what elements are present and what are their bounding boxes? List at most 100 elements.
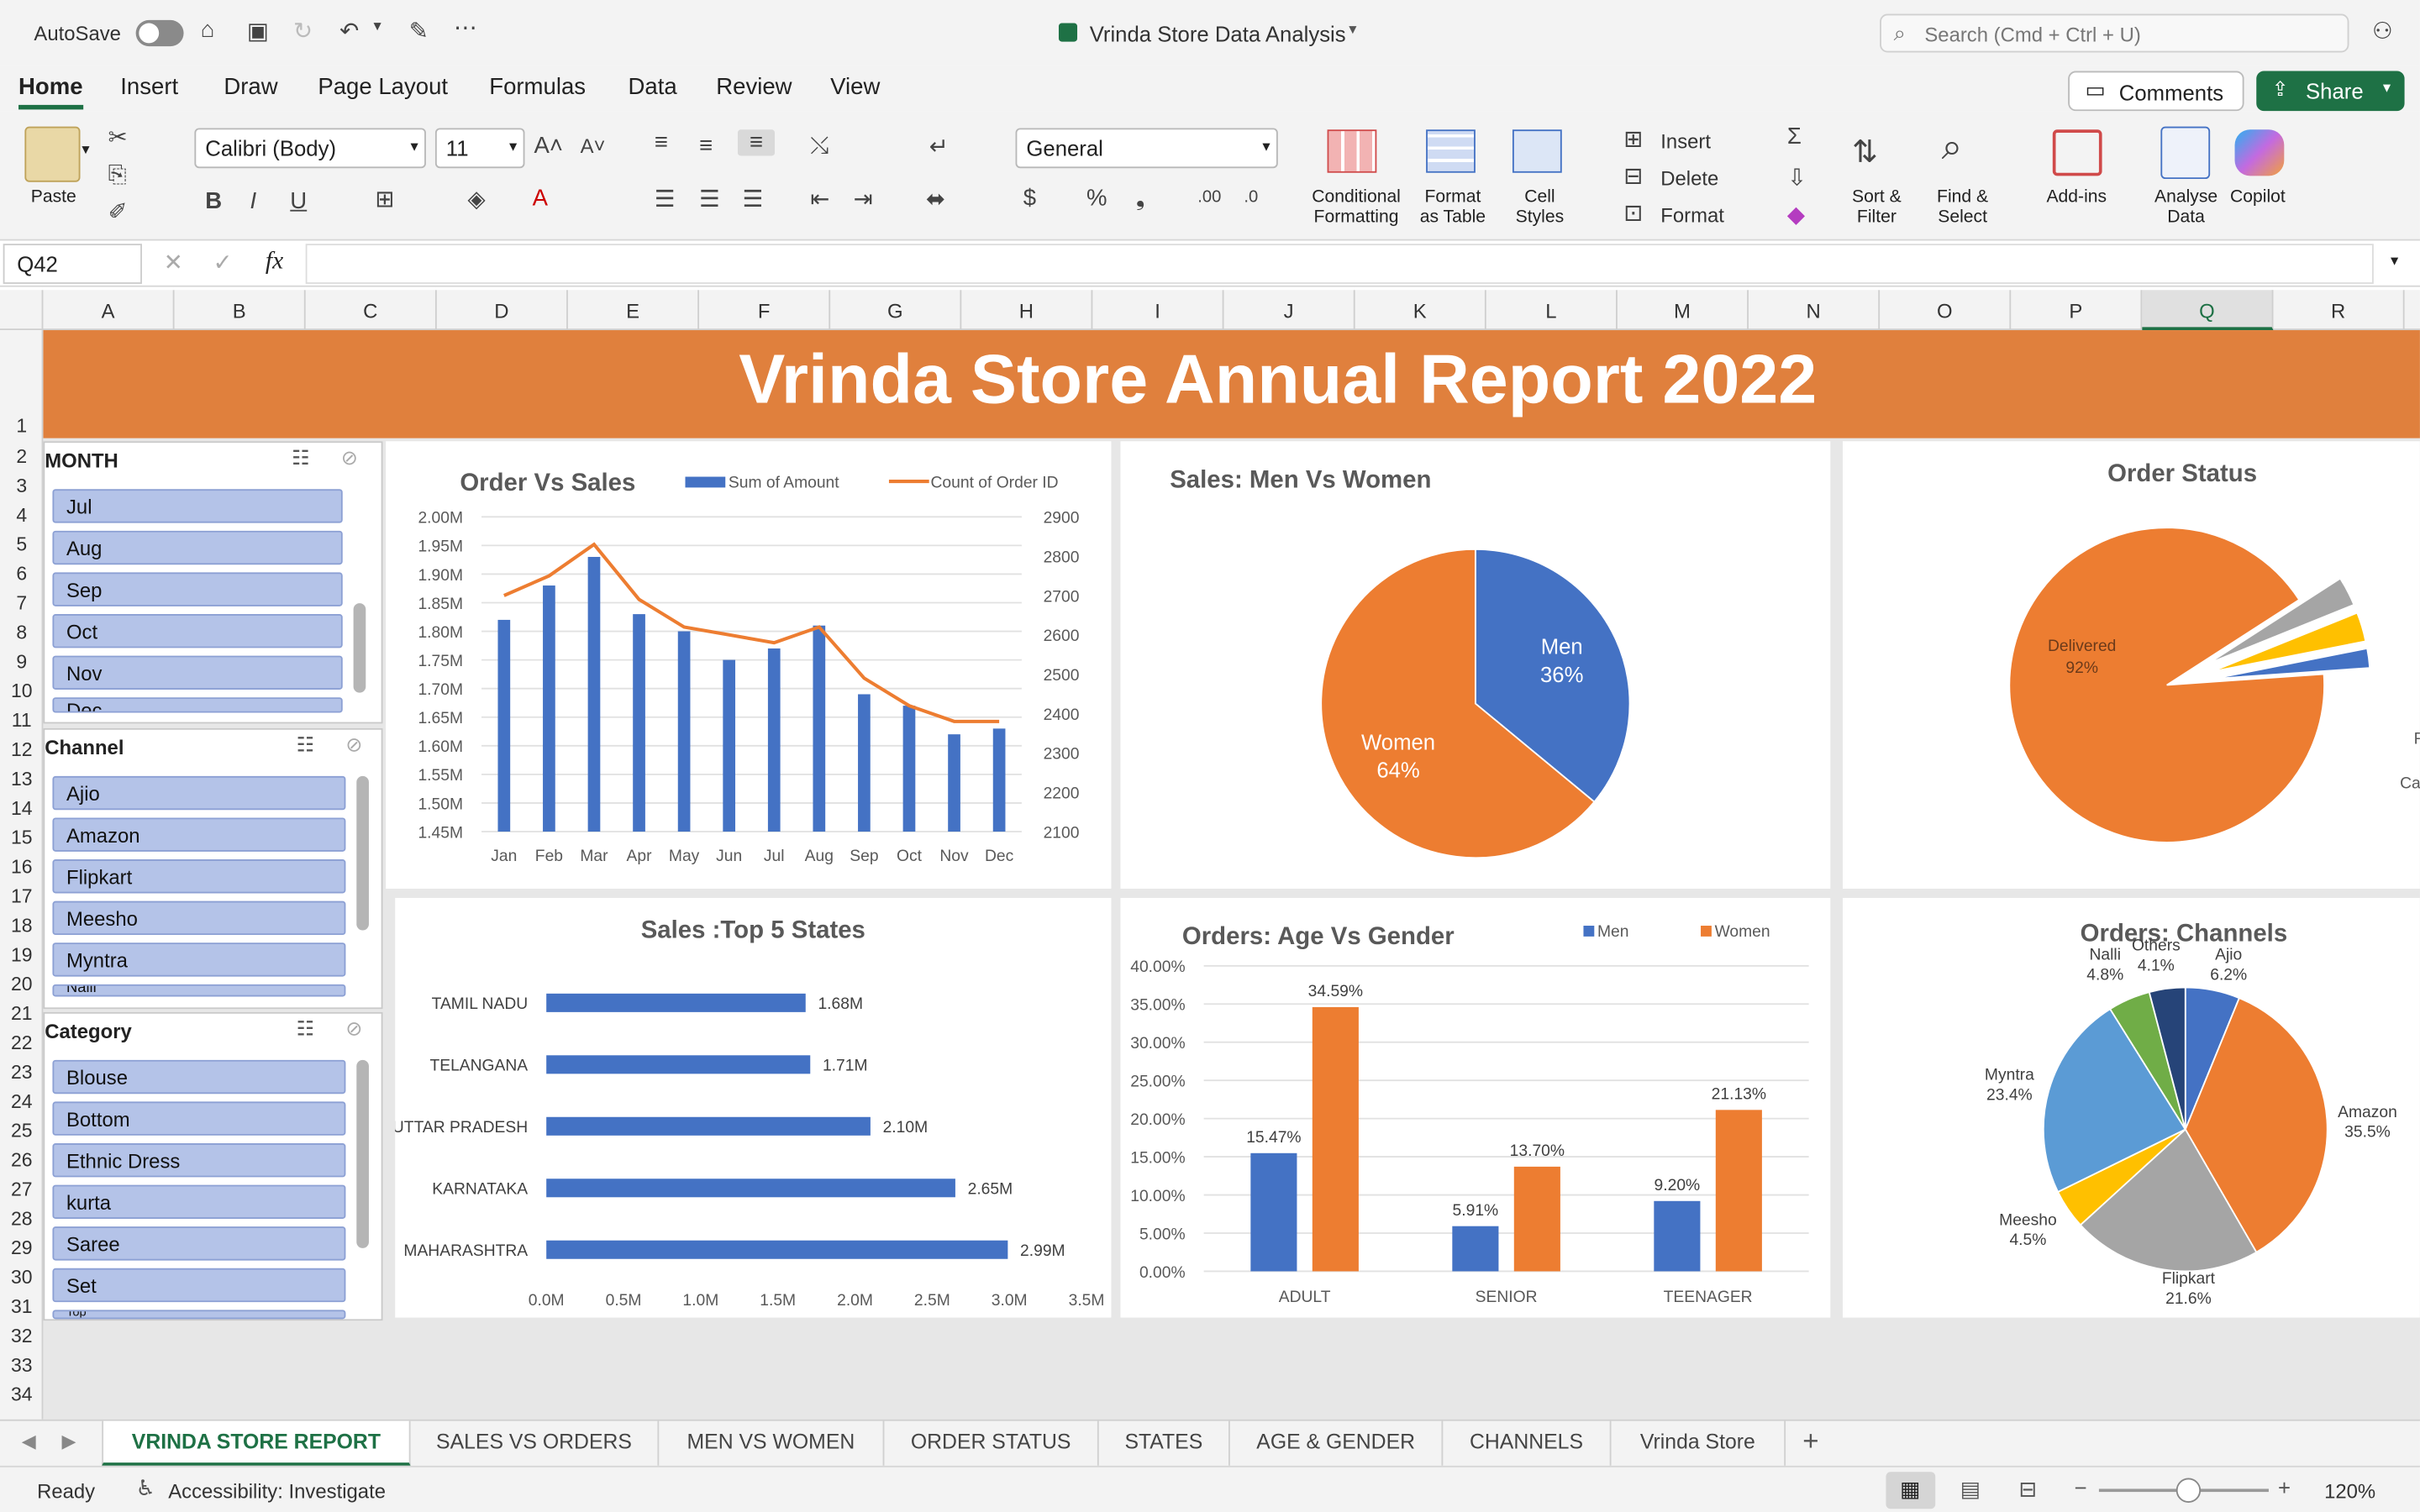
slicer-item[interactable]: Top (52, 1310, 346, 1320)
row-header-3[interactable]: 3 (0, 469, 43, 498)
row-header-5[interactable]: 5 (0, 528, 43, 557)
undo-dropdown-icon[interactable]: ▾ (373, 18, 381, 35)
column-header-R[interactable]: R (2273, 290, 2405, 331)
sheet-tab[interactable]: AGE & GENDER (1230, 1420, 1444, 1466)
column-header-E[interactable]: E (568, 290, 700, 331)
row-header-13[interactable]: 13 (0, 762, 43, 791)
column-header-J[interactable]: J (1224, 290, 1355, 331)
document-title[interactable]: Vrinda Store Data Analysis (1090, 22, 1346, 46)
name-box[interactable]: Q42 (3, 244, 142, 284)
column-header-M[interactable]: M (1618, 290, 1749, 331)
row-header-21[interactable]: 21 (0, 997, 43, 1026)
prev-sheet-icon[interactable]: ◀ (22, 1431, 36, 1452)
formula-input[interactable] (305, 244, 2374, 284)
insert-function-button[interactable]: fx (266, 249, 283, 276)
column-header-F[interactable]: F (699, 290, 831, 331)
slicer-item[interactable]: Meesho (52, 900, 346, 936)
row-header-11[interactable]: 11 (0, 704, 43, 733)
analyse-data-icon[interactable] (2160, 126, 2211, 180)
column-header-B[interactable]: B (175, 290, 306, 331)
number-format-select[interactable]: General ▾ (1015, 128, 1278, 169)
row-header-28[interactable]: 28 (0, 1202, 43, 1231)
slicer-item[interactable]: Set (52, 1268, 346, 1303)
row-header-12[interactable]: 12 (0, 732, 43, 762)
row-header-22[interactable]: 22 (0, 1026, 43, 1055)
conditional-formatting-icon[interactable] (1327, 129, 1377, 173)
format-painter-icon[interactable]: ✐ (108, 197, 128, 225)
chart-top-5-states[interactable]: Sales :Top 5 States TAMIL NADU 1.68M TELANG… (392, 897, 1112, 1318)
align-left-icon[interactable]: ☰ (655, 185, 676, 213)
zoom-slider-thumb[interactable] (2175, 1478, 2202, 1503)
multi-select-icon[interactable]: ☷ (292, 446, 309, 470)
tab-home[interactable]: Home (18, 74, 83, 110)
format-as-table-button[interactable]: Format as Table (1420, 188, 1486, 228)
slicer-item[interactable]: Sep (52, 572, 343, 606)
insert-cells-button[interactable]: Insert (1660, 129, 1711, 153)
increase-indent-icon[interactable]: ⇥ (854, 185, 873, 213)
slicer-item[interactable]: Jul (52, 489, 343, 523)
multi-select-icon[interactable]: ☷ (297, 732, 314, 757)
borders-icon[interactable]: ⊞ (375, 185, 394, 213)
row-header-2[interactable]: 2 (0, 438, 43, 470)
row-header-24[interactable]: 24 (0, 1084, 43, 1114)
slicer-item[interactable]: Aug (52, 530, 343, 565)
row-header-32[interactable]: 32 (0, 1319, 43, 1348)
clear-filter-icon[interactable]: ⊘ (341, 446, 358, 470)
row-header-19[interactable]: 19 (0, 938, 43, 968)
comma-icon[interactable]: ❟ (1136, 185, 1145, 211)
tab-draw[interactable]: Draw (224, 74, 277, 100)
slicer-item[interactable]: Dec (52, 697, 343, 713)
slicer-item[interactable]: Nov (52, 655, 343, 690)
chart-age-vs-gender[interactable]: Orders: Age Vs Gender Men Women 0.00% 5.00% 1… (1120, 897, 1831, 1318)
sheet-tab[interactable]: MEN VS WOMEN (659, 1420, 885, 1466)
next-sheet-icon[interactable]: ▶ (61, 1431, 76, 1452)
search-box[interactable]: ⌕ Search (Cmd + Ctrl + U) (1880, 13, 2349, 53)
sheet-tab[interactable]: Vrinda Store (1612, 1420, 1786, 1466)
slicer-item[interactable]: Amazon (52, 817, 346, 852)
row-header-7[interactable]: 7 (0, 586, 43, 616)
slicer-channel[interactable]: Channel ☷ ⊘ Ajio Amazon Flipkart Meesho … (43, 727, 383, 1010)
percent-icon[interactable]: % (1086, 185, 1107, 211)
italic-icon[interactable]: I (250, 188, 257, 214)
column-header-P[interactable]: P (2011, 290, 2143, 331)
sheet-tab[interactable]: VRINDA STORE REPORT (102, 1420, 411, 1466)
row-header-15[interactable]: 15 (0, 821, 43, 850)
zoom-out-icon[interactable]: − (2075, 1475, 2087, 1499)
accessibility-status[interactable]: Accessibility: Investigate (168, 1479, 386, 1503)
page-break-view-icon[interactable]: ⊟ (2018, 1477, 2037, 1503)
save-icon[interactable]: ▣ (247, 17, 269, 45)
slicer-item[interactable]: Ethnic Dress (52, 1142, 346, 1178)
chart-sales-men-vs-women[interactable]: Sales: Men Vs Women Men 36% Women 64% (1120, 441, 1831, 889)
decrease-indent-icon[interactable]: ⇤ (810, 185, 829, 213)
slicer-scrollbar[interactable] (356, 775, 369, 931)
column-header-G[interactable]: G (830, 290, 962, 331)
slicer-item[interactable]: Nalli (52, 984, 346, 997)
clear-icon[interactable]: ◆ (1787, 201, 1805, 228)
share-button[interactable]: ⇪ Share ▾ (2256, 71, 2405, 112)
row-header-14[interactable]: 14 (0, 791, 43, 821)
column-header-I[interactable]: I (1092, 290, 1224, 331)
row-header-1[interactable]: 1 (0, 330, 43, 438)
zoom-level[interactable]: 120% (2324, 1479, 2375, 1503)
sort-filter-button[interactable]: Sort & Filter (1852, 188, 1902, 228)
copilot-icon[interactable] (2234, 129, 2285, 176)
slicer-item[interactable]: Bottom (52, 1101, 346, 1136)
slicer-item[interactable]: Flipkart (52, 859, 346, 894)
orientation-icon[interactable]: ⤯ (810, 133, 829, 159)
sheet-tab[interactable]: CHANNELS (1443, 1420, 1612, 1466)
merge-center-icon[interactable]: ⬌ (926, 185, 945, 213)
select-all-button[interactable] (0, 290, 44, 331)
sheet-tab[interactable]: STATES (1099, 1420, 1230, 1466)
column-header-D[interactable]: D (437, 290, 568, 331)
slicer-item[interactable]: Blouse (52, 1059, 346, 1095)
column-header-O[interactable]: O (1880, 290, 2012, 331)
tab-insert[interactable]: Insert (120, 74, 178, 100)
normal-view-button[interactable]: ▦ (1886, 1472, 1936, 1509)
row-header-9[interactable]: 9 (0, 645, 43, 675)
slicer-item[interactable]: Myntra (52, 942, 346, 977)
cut-icon[interactable]: ✂ (108, 123, 128, 151)
increase-font-icon[interactable]: A˄ (534, 133, 562, 159)
column-header-N[interactable]: N (1749, 290, 1881, 331)
cell-styles-button[interactable]: Cell Styles (1516, 188, 1565, 228)
align-middle-icon[interactable]: ≡ (699, 133, 713, 159)
